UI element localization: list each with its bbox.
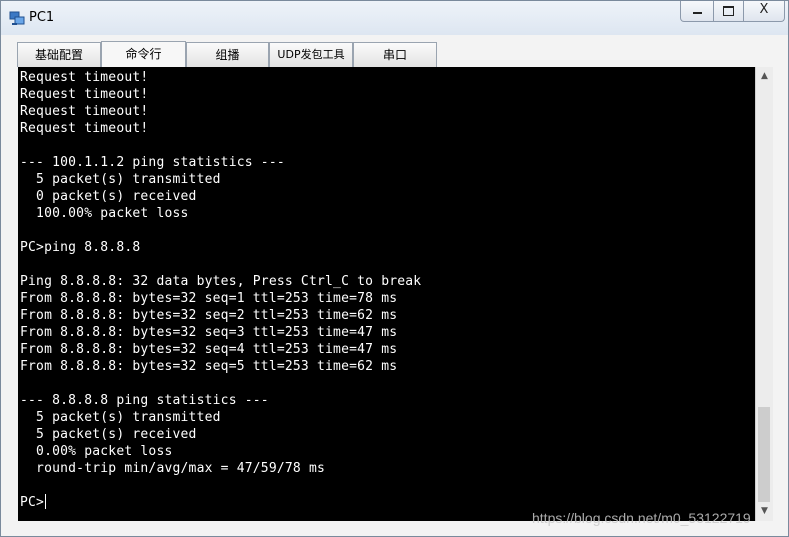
tab-command-line[interactable]: 命令行 bbox=[101, 41, 186, 68]
command-line-terminal[interactable]: Request timeout! Request timeout! Request … bbox=[18, 67, 755, 521]
terminal-line: round-trip min/avg/max = 47/59/78 ms bbox=[20, 461, 326, 476]
close-button[interactable]: X bbox=[743, 1, 785, 22]
terminal-line: From 8.8.8.8: bytes=32 seq=5 ttl=253 tim… bbox=[20, 359, 398, 374]
tab-bar: 基础配置 命令行 组播 UDP发包工具 串口 bbox=[17, 41, 457, 68]
tab-serial-port[interactable]: 串口 bbox=[353, 42, 437, 67]
scroll-up-icon[interactable]: ▲ bbox=[760, 72, 769, 81]
pc1-window: PC1 X 基础配置 命令行 组播 UDP发包工具 串口 Request tim… bbox=[0, 0, 789, 537]
window-title: PC1 bbox=[29, 10, 55, 25]
terminal-line: Request timeout! bbox=[20, 121, 149, 136]
terminal-line: 0 packet(s) received bbox=[20, 189, 197, 204]
terminal-line: PC> bbox=[20, 494, 47, 510]
tab-basic-config[interactable]: 基础配置 bbox=[17, 42, 101, 67]
terminal-line: Request timeout! bbox=[20, 104, 149, 119]
terminal-scrollbar[interactable]: ▲ ▼ bbox=[755, 67, 773, 521]
watermark: https://blog.csdn.net/m0_53122719 bbox=[532, 510, 751, 526]
tab-multicast[interactable]: 组播 bbox=[186, 42, 269, 67]
pc-app-icon bbox=[9, 11, 25, 25]
terminal-line: From 8.8.8.8: bytes=32 seq=4 ttl=253 tim… bbox=[20, 342, 398, 357]
window-controls: X bbox=[680, 1, 785, 23]
terminal-line: 100.00% packet loss bbox=[20, 206, 189, 221]
terminal-line: 5 packet(s) transmitted bbox=[20, 172, 221, 187]
scrollbar-thumb[interactable] bbox=[758, 407, 770, 502]
terminal-line: PC>ping 8.8.8.8 bbox=[20, 240, 141, 255]
title-bar[interactable]: PC1 X bbox=[1, 1, 788, 35]
terminal-line: Request timeout! bbox=[20, 87, 149, 102]
terminal-line: From 8.8.8.8: bytes=32 seq=2 ttl=253 tim… bbox=[20, 308, 398, 323]
terminal-line: --- 8.8.8.8 ping statistics --- bbox=[20, 393, 269, 408]
minimize-icon bbox=[692, 12, 702, 14]
terminal-line: --- 100.1.1.2 ping statistics --- bbox=[20, 155, 285, 170]
terminal-line: 5 packet(s) received bbox=[20, 427, 197, 442]
maximize-button[interactable] bbox=[713, 1, 744, 22]
terminal-line: From 8.8.8.8: bytes=32 seq=1 ttl=253 tim… bbox=[20, 291, 398, 306]
terminal-line: Ping 8.8.8.8: 32 data bytes, Press Ctrl_… bbox=[20, 274, 422, 289]
maximize-icon bbox=[723, 6, 734, 16]
terminal-output: Request timeout! Request timeout! Request … bbox=[20, 69, 421, 511]
terminal-line: From 8.8.8.8: bytes=32 seq=3 ttl=253 tim… bbox=[20, 325, 398, 340]
scroll-down-icon[interactable]: ▼ bbox=[760, 507, 769, 516]
terminal-line: Request timeout! bbox=[20, 70, 149, 85]
terminal-line: 0.00% packet loss bbox=[20, 444, 173, 459]
tab-udp-tool[interactable]: UDP发包工具 bbox=[269, 42, 353, 67]
minimize-button[interactable] bbox=[680, 1, 714, 22]
terminal-line: 5 packet(s) transmitted bbox=[20, 410, 221, 425]
text-cursor bbox=[45, 494, 47, 509]
